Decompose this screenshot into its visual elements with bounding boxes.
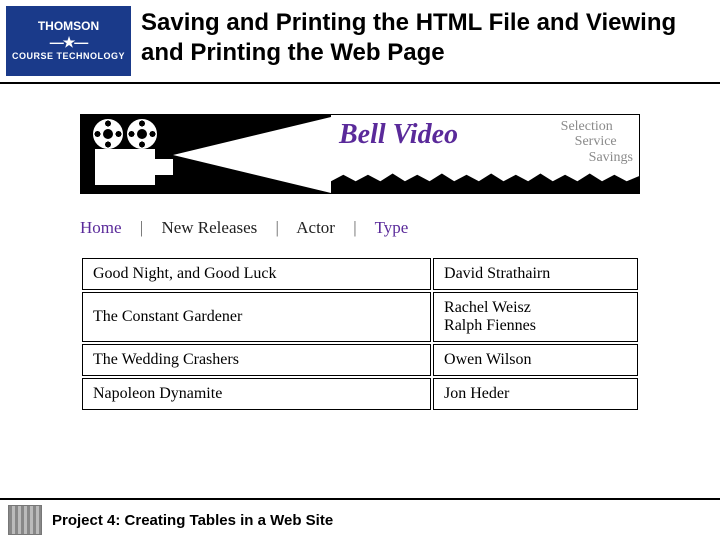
film-reel-icon [93, 119, 123, 149]
movies-table: Good Night, and Good Luck David Strathai… [80, 256, 640, 412]
tag-selection: Selection [561, 119, 633, 134]
nav-separator: | [276, 218, 279, 237]
movie-title-cell: The Wedding Crashers [82, 344, 431, 376]
movie-actor-cell: Owen Wilson [433, 344, 638, 376]
movie-actor-cell: David Strathairn [433, 258, 638, 290]
banner-right: Bell Video Selection Service Savings [331, 115, 639, 193]
nav-bar: Home | New Releases | Actor | Type [80, 218, 640, 238]
thomson-logo: THOMSON —★— COURSE TECHNOLOGY [6, 6, 131, 76]
table-row: Napoleon Dynamite Jon Heder [82, 378, 638, 410]
movie-title-cell: The Constant Gardener [82, 292, 431, 342]
slide-footer: Project 4: Creating Tables in a Web Site [0, 498, 720, 540]
slide-title: Saving and Printing the HTML File and Vi… [141, 4, 720, 68]
logo-line1: THOMSON [38, 20, 99, 33]
brand-tags: Selection Service Savings [561, 119, 633, 165]
projector-graphic [81, 115, 331, 193]
book-series-icon [8, 505, 42, 535]
nav-type[interactable]: Type [375, 218, 409, 237]
table-row: Good Night, and Good Luck David Strathai… [82, 258, 638, 290]
slide-content: Bell Video Selection Service Savings Hom… [40, 114, 680, 412]
footer-text: Project 4: Creating Tables in a Web Site [52, 512, 333, 529]
nav-new-releases[interactable]: New Releases [161, 218, 257, 237]
bell-video-banner: Bell Video Selection Service Savings [80, 114, 640, 194]
nav-home[interactable]: Home [80, 218, 122, 237]
light-beam-icon [173, 117, 331, 193]
logo-divider: —★— [50, 35, 88, 50]
movie-actor-cell: Rachel Weisz Ralph Fiennes [433, 292, 638, 342]
projector-body-icon [95, 149, 155, 185]
nav-actor[interactable]: Actor [296, 218, 335, 237]
slide-header: THOMSON —★— COURSE TECHNOLOGY Saving and… [0, 0, 720, 84]
nav-separator: | [353, 218, 356, 237]
projector-lens-icon [155, 159, 173, 175]
film-reel-icon [127, 119, 157, 149]
tag-savings: Savings [589, 150, 633, 165]
nav-separator: | [140, 218, 143, 237]
table-row: The Wedding Crashers Owen Wilson [82, 344, 638, 376]
movie-title-cell: Good Night, and Good Luck [82, 258, 431, 290]
tag-service: Service [575, 134, 633, 149]
movie-title-cell: Napoleon Dynamite [82, 378, 431, 410]
table-row: The Constant Gardener Rachel Weisz Ralph… [82, 292, 638, 342]
movie-actor-cell: Jon Heder [433, 378, 638, 410]
audience-silhouette-icon [331, 167, 639, 193]
logo-line2: COURSE TECHNOLOGY [12, 52, 125, 62]
